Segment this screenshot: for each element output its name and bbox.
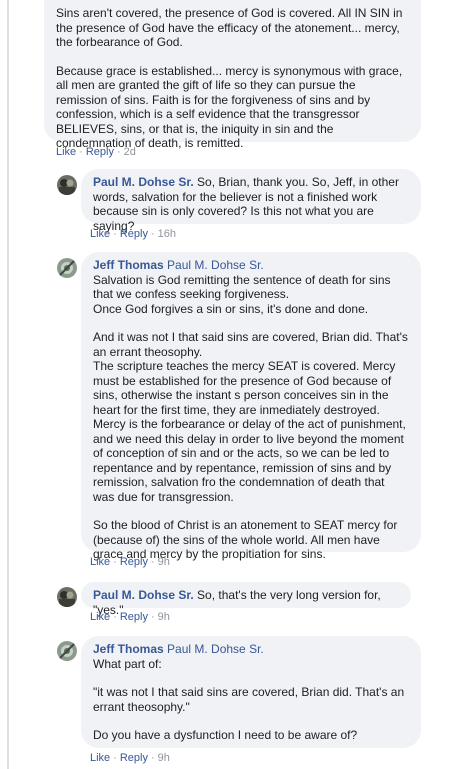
comment-timestamp[interactable]: 16h [158, 228, 176, 240]
comment-author[interactable]: Paul M. Dohse Sr. [93, 588, 194, 602]
comment-bubble: Jeff Thomas Paul M. Dohse Sr. Salvation … [81, 252, 421, 561]
comment-text: Sins aren't covered, the presence of God… [56, 6, 406, 49]
comment-timestamp[interactable]: 9h [158, 556, 170, 568]
comment-actions: Like · Reply · 9h [90, 752, 170, 764]
reply-link[interactable]: Reply [120, 611, 148, 623]
thread-line [7, 0, 9, 769]
comment-timestamp[interactable]: 9h [158, 611, 170, 623]
reply-link[interactable]: Reply [120, 752, 148, 764]
comment-author[interactable]: Jeff Thomas [93, 642, 164, 656]
comment-author[interactable]: Jeff Thomas [93, 258, 164, 272]
comment-actions: Like · Reply · 16h [90, 228, 177, 240]
like-link[interactable]: Like [90, 752, 110, 764]
comment-text: Salvation is God remitting the sentence … [93, 272, 391, 316]
mention-tag[interactable]: Paul M. Dohse Sr. [167, 258, 264, 272]
comment-bubble: Paul M. Dohse Sr. So, Brian, thank you. … [81, 169, 421, 233]
comment-text: Because grace is established... mercy is… [56, 63, 406, 151]
comment-author[interactable]: Paul M. Dohse Sr. [93, 175, 194, 189]
comment-bubble: Sins aren't covered, the presence of God… [44, 0, 421, 150]
like-link[interactable]: Like [90, 228, 110, 240]
comment-actions: Like · Reply · 9h [90, 611, 170, 623]
comment-text: And it was not I that said sins are cove… [93, 330, 408, 504]
comment-actions: Like · Reply · 9h [90, 556, 170, 568]
comment-timestamp[interactable]: 2d [124, 146, 136, 158]
comment-bubble: Paul M. Dohse Sr. So, that's the very lo… [81, 582, 411, 617]
comment-text: "it was not I that said sins are covered… [93, 685, 408, 714]
like-link[interactable]: Like [56, 146, 76, 158]
comment-header: Jeff Thomas Paul M. Dohse Sr. [93, 642, 409, 657]
avatar[interactable] [57, 175, 77, 195]
comment-timestamp[interactable]: 9h [158, 752, 170, 764]
reply-link[interactable]: Reply [86, 146, 114, 158]
avatar[interactable] [57, 641, 77, 661]
comment-actions: Like · Reply · 2d [56, 146, 136, 158]
reply-link[interactable]: Reply [120, 556, 148, 568]
comment-bubble: Jeff Thomas Paul M. Dohse Sr. What part … [81, 636, 421, 748]
comment-text: Do you have a dysfunction I need to be a… [93, 728, 358, 742]
comment-header: Jeff Thomas Paul M. Dohse Sr. [93, 258, 409, 273]
avatar[interactable] [57, 258, 77, 278]
avatar[interactable] [57, 587, 77, 607]
reply-link[interactable]: Reply [120, 228, 148, 240]
mention-tag[interactable]: Paul M. Dohse Sr. [167, 642, 264, 656]
comment-text: What part of: [93, 656, 162, 671]
like-link[interactable]: Like [90, 556, 110, 568]
like-link[interactable]: Like [90, 611, 110, 623]
comment-text: Paul M. Dohse Sr. So, Brian, thank you. … [93, 175, 403, 233]
